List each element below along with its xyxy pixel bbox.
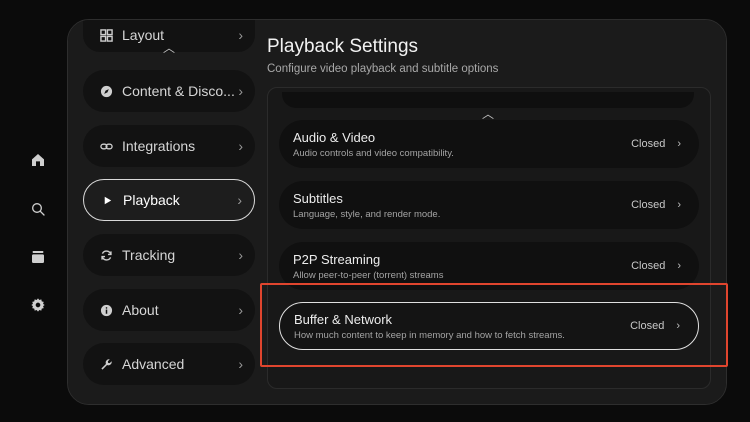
- sidebar-item-label: Layout: [122, 27, 165, 43]
- chevron-right-icon: ›: [238, 83, 243, 99]
- settings-sidebar: Layout › ︿ Content & Disco... › Integrat…: [68, 20, 263, 404]
- scroll-up-icon[interactable]: ︿: [163, 39, 175, 56]
- chevron-right-icon: ›: [677, 260, 681, 272]
- settings-icon[interactable]: [28, 295, 48, 315]
- sidebar-item-tracking[interactable]: Tracking ›: [83, 234, 255, 276]
- page-subtitle: Configure video playback and subtitle op…: [267, 63, 499, 75]
- play-icon: [100, 193, 114, 207]
- layout-grid-icon: [99, 28, 113, 42]
- section-audio-video[interactable]: Audio & Video Audio controls and video c…: [279, 120, 699, 168]
- section-subtitles[interactable]: Subtitles Language, style, and render mo…: [279, 181, 699, 229]
- sidebar-item-about[interactable]: About ›: [83, 289, 255, 331]
- sidebar-item-content-discovery[interactable]: Content & Disco... ›: [83, 70, 255, 112]
- chevron-right-icon: ›: [238, 356, 243, 372]
- section-status: Closed: [631, 260, 666, 272]
- chevron-right-icon: ›: [238, 302, 243, 318]
- sidebar-item-integrations[interactable]: Integrations ›: [83, 125, 255, 167]
- section-status: Closed: [631, 138, 666, 150]
- section-description: Allow peer-to-peer (torrent) streams: [293, 269, 444, 281]
- page-title: Playback Settings: [267, 36, 419, 57]
- sidebar-item-playback[interactable]: Playback ›: [83, 179, 255, 221]
- info-icon: [99, 303, 113, 317]
- link-icon: [99, 139, 113, 153]
- sidebar-item-label: Playback: [123, 192, 180, 208]
- section-title: Subtitles: [293, 190, 343, 206]
- sync-icon: [99, 248, 113, 262]
- wrench-icon: [99, 357, 113, 371]
- search-icon[interactable]: [28, 199, 48, 219]
- highlight-box: [260, 283, 728, 367]
- chevron-right-icon: ›: [238, 247, 243, 263]
- home-icon[interactable]: [28, 150, 48, 170]
- chevron-right-icon: ›: [238, 138, 243, 154]
- nav-rail: [22, 0, 54, 422]
- sidebar-item-label: Integrations: [122, 138, 196, 154]
- sidebar-item-label: Tracking: [122, 247, 176, 263]
- section-description: Language, style, and render mode.: [293, 208, 441, 220]
- library-icon[interactable]: [28, 247, 48, 267]
- chevron-right-icon: ›: [238, 27, 243, 43]
- chevron-right-icon: ›: [677, 199, 681, 211]
- section-description: Audio controls and video compatibility.: [293, 147, 454, 159]
- sidebar-item-label: About: [122, 302, 159, 318]
- section-title: Audio & Video: [293, 129, 376, 145]
- sidebar-item-label: Content & Disco...: [122, 83, 235, 99]
- section-status: Closed: [631, 199, 666, 211]
- section-title: P2P Streaming: [293, 251, 381, 267]
- compass-icon: [99, 84, 113, 98]
- chevron-right-icon: ›: [237, 192, 242, 208]
- sidebar-item-advanced[interactable]: Advanced ›: [83, 343, 255, 385]
- sidebar-item-label: Advanced: [122, 356, 185, 372]
- chevron-right-icon: ›: [677, 138, 681, 150]
